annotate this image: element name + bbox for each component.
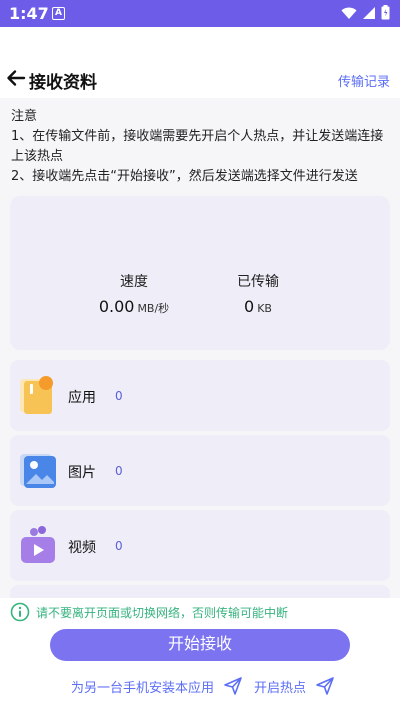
open-hotspot-label: 开启热点 (254, 680, 307, 696)
warning-tip: 请不要离开页面或切换网络，否则传输可能中断 (0, 598, 400, 626)
battery-icon (381, 5, 390, 20)
notification-icon: A (52, 7, 65, 20)
status-icons (341, 5, 390, 20)
category-count: 0 (115, 539, 123, 553)
page-title: 接收资料 (29, 73, 97, 93)
speed-value-line: 0.00 MB/秒 (74, 297, 194, 316)
category-count: 0 (115, 464, 123, 478)
image-icon (20, 454, 56, 488)
transferred-unit: KB (257, 302, 272, 315)
send-icon (316, 677, 334, 695)
category-count: 0 (115, 389, 123, 403)
open-hotspot-link[interactable]: 开启热点 (254, 676, 335, 696)
notice-line-2: 2、接收端先点击“开始接收”，然后发送端选择文件进行发送 (11, 169, 358, 184)
wifi-icon (341, 7, 357, 19)
category-row-images[interactable]: 图片 0 (10, 435, 390, 506)
notice-panel: 注意 1、在传输文件前，接收端需要先开启个人热点，并让发送端连接上该热点 2、接… (0, 98, 400, 186)
speed-label: 速度 (120, 274, 148, 290)
status-bar: 1:47 A (0, 0, 400, 27)
speed-unit: MB/秒 (137, 302, 170, 315)
status-time: 1:47 (9, 4, 49, 23)
category-row-partial (10, 585, 390, 598)
category-label: 图片 (68, 465, 96, 481)
app-header: 接收资料 传输记录 (0, 60, 400, 98)
notice-heading: 注意 (11, 109, 38, 124)
transferred-value-line: 0 KB (198, 297, 318, 316)
transferred-value: 0 (244, 297, 255, 316)
category-label: 应用 (68, 390, 96, 406)
back-arrow-icon[interactable] (6, 68, 26, 88)
app-icon (20, 376, 53, 414)
speed-value: 0.00 (98, 297, 135, 316)
category-label: 视频 (68, 540, 96, 556)
bottom-links: 为另一台手机安装本应用 开启热点 (0, 672, 400, 700)
transfer-history-link[interactable]: 传输记录 (338, 71, 390, 90)
video-icon (21, 526, 55, 563)
notice-line-1: 1、在传输文件前，接收端需要先开启个人热点，并让发送端连接上该热点 (11, 129, 384, 164)
transfer-stats-card: 速度 0.00 MB/秒 已传输 0 KB (10, 196, 390, 350)
content-area: 速度 0.00 MB/秒 已传输 0 KB 应用 0 图片 0 视频 0 (0, 186, 400, 598)
install-app-link[interactable]: 为另一台手机安装本应用 (71, 676, 243, 696)
transferred-stat: 已传输 0 KB (198, 271, 318, 316)
category-row-apps[interactable]: 应用 0 (10, 360, 390, 431)
speed-stat: 速度 0.00 MB/秒 (74, 271, 194, 316)
start-receive-button[interactable]: 开始接收 (50, 629, 350, 661)
transferred-label: 已传输 (237, 274, 279, 290)
info-icon (10, 602, 30, 622)
install-app-label: 为另一台手机安装本应用 (71, 680, 215, 696)
send-icon (224, 677, 242, 695)
signal-icon (363, 6, 375, 19)
category-row-videos[interactable]: 视频 0 (10, 510, 390, 581)
warning-tip-text: 请不要离开页面或切换网络，否则传输可能中断 (36, 606, 289, 620)
